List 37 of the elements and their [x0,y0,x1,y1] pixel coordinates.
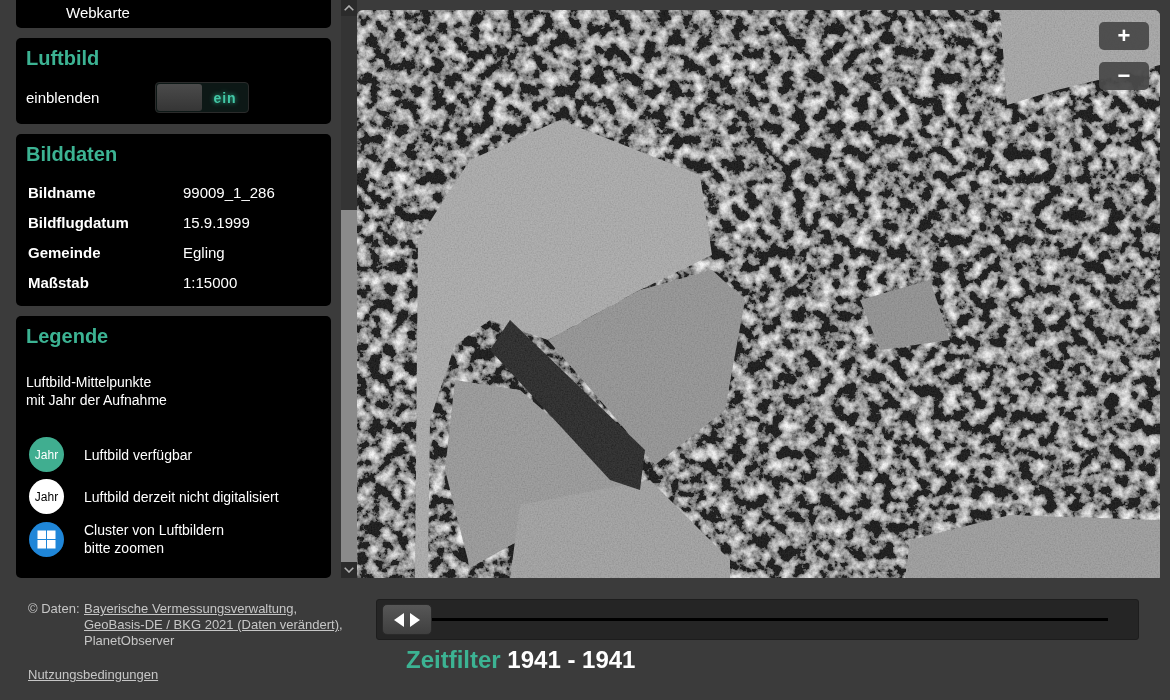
year-marker: Jahr [29,479,64,514]
legend-description: Luftbild-Mittelpunkte mit Jahr der Aufnahme [26,373,168,409]
chevron-up-icon [344,5,354,11]
slider-thumb[interactable] [382,604,432,635]
time-filter-range: 1941 - 1941 [507,646,636,673]
field-label: Gemeinde [28,243,102,261]
year-marker: Jahr [29,437,64,472]
scroll-up-button[interactable] [341,0,357,16]
toggle-label: einblenden [26,89,101,106]
time-filter-label: Zeitfilter [406,646,501,673]
scroll-down-button[interactable] [341,562,357,578]
scrollbar-thumb[interactable] [341,210,357,562]
attribution-link[interactable]: Bayerische Vermessungsverwaltung [84,601,294,616]
panel-title: Luftbild [26,46,101,70]
scrollbar[interactable] [341,0,357,578]
field-label: Bildname [28,183,97,201]
attribution-text: Bayerische Vermessungsverwaltung, GeoBasis-DE / BKG 2021 (Daten verändert), PlanetObserver [84,601,344,649]
field-value: 99009_1_286 [183,183,276,201]
layer-option-label: Webkarte [66,4,130,21]
attribution-label: © Daten: [28,601,81,617]
left-right-arrows-icon [394,612,420,627]
field-value: 15.9.1999 [183,213,251,231]
legend-label: Luftbild verfügbar [84,445,193,464]
terms-link[interactable]: Nutzungsbedingungen [28,667,159,683]
map-view[interactable]: + − [357,10,1160,578]
legend-label: Luftbild derzeit nicht digitalisiert [84,487,279,506]
panel-title: Bilddaten [26,142,119,166]
zoom-out-button[interactable]: − [1099,62,1149,90]
panel-title: Legende [26,324,110,348]
zoom-in-button[interactable]: + [1099,22,1149,50]
field-value: Egling [183,243,226,261]
legend-label: Cluster von Luftbildern bitte zoomen [84,521,225,557]
chevron-down-icon [344,567,354,573]
field-label: Maßstab [28,273,90,291]
toggle-switch[interactable]: ein [155,82,249,113]
field-value: 1:15000 [183,273,239,291]
field-label: Bildflugdatum [28,213,130,231]
